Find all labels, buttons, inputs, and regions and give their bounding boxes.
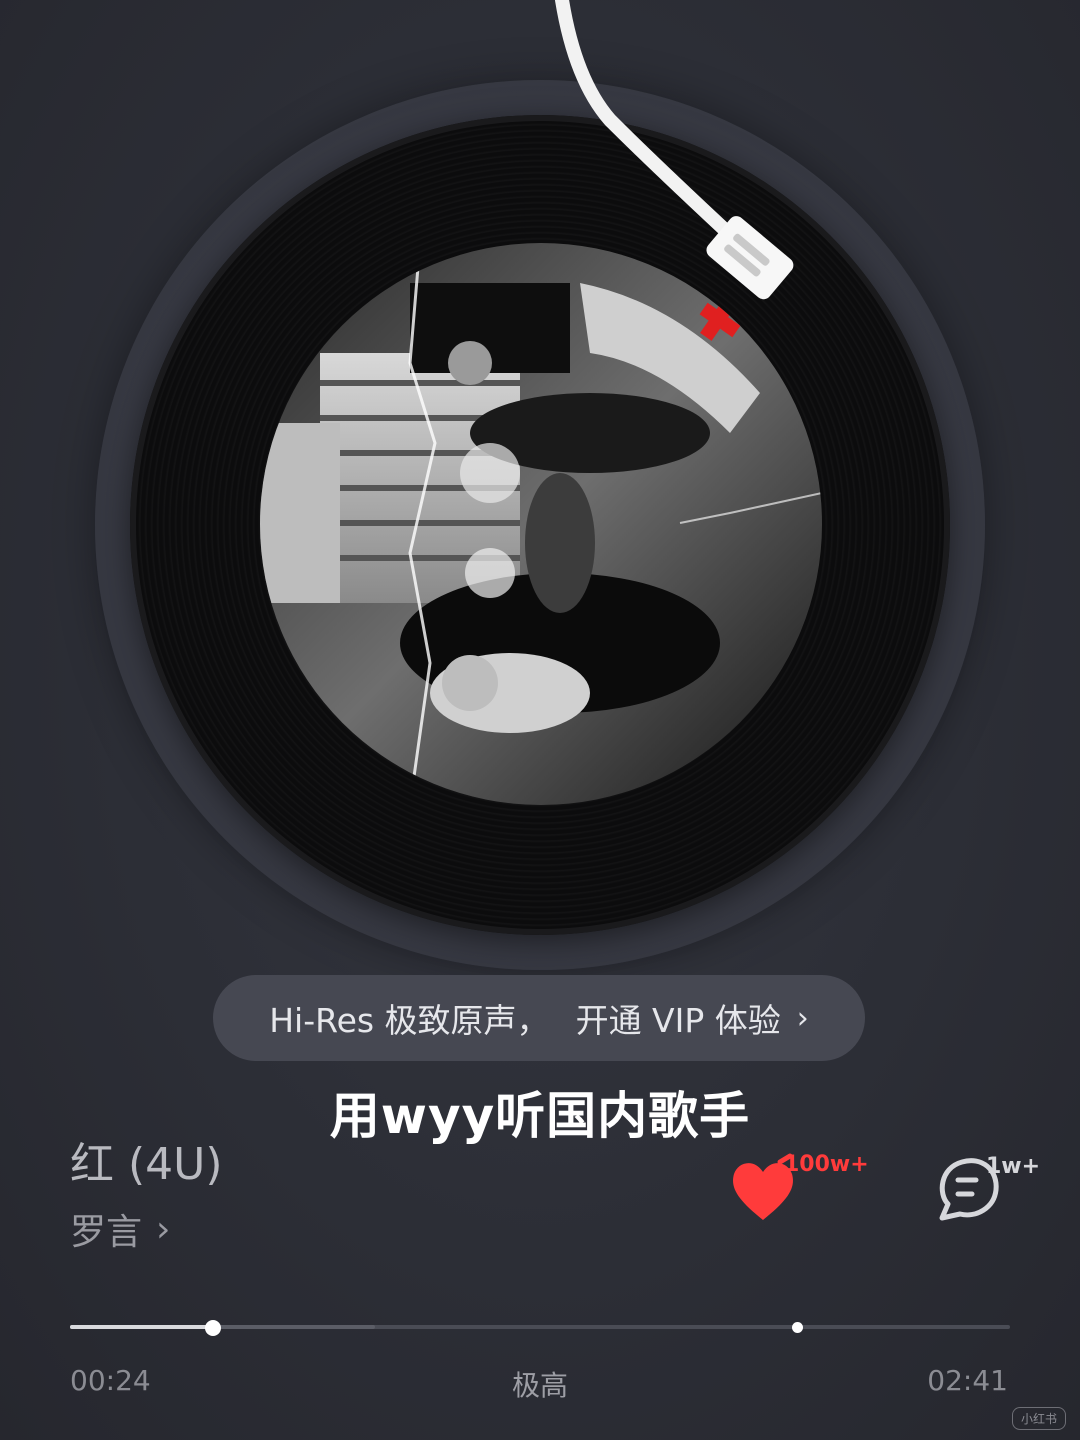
watermark: 小红书	[1011, 1407, 1066, 1430]
progress-marker	[791, 1322, 803, 1333]
like-count: 100w+	[784, 1152, 869, 1177]
playback-progress-bar[interactable]	[70, 1320, 1010, 1336]
hires-vip-banner[interactable]: Hi-Res 极致原声， 开通 VIP 体验 ›	[213, 975, 865, 1061]
audio-quality-button[interactable]: 极高	[0, 1364, 1080, 1404]
comment-count: 1w+	[986, 1154, 1041, 1179]
album-cover-art	[260, 243, 822, 805]
artist-name: 罗言	[70, 1212, 143, 1253]
artist-link[interactable]: 罗言 ›	[70, 1203, 170, 1255]
album-cover	[260, 243, 822, 805]
chevron-right-icon: ›	[156, 1208, 171, 1250]
banner-text-left: Hi-Res 极致原声，	[269, 1001, 550, 1040]
progress-knob[interactable]	[204, 1320, 221, 1336]
banner-text-right: 开通 VIP 体验	[575, 1001, 781, 1040]
progress-played	[70, 1325, 213, 1329]
total-time: 02:41	[927, 1364, 1008, 1397]
chevron-right-icon: ›	[796, 1000, 809, 1036]
song-title: 红 (4U)	[70, 1139, 223, 1190]
